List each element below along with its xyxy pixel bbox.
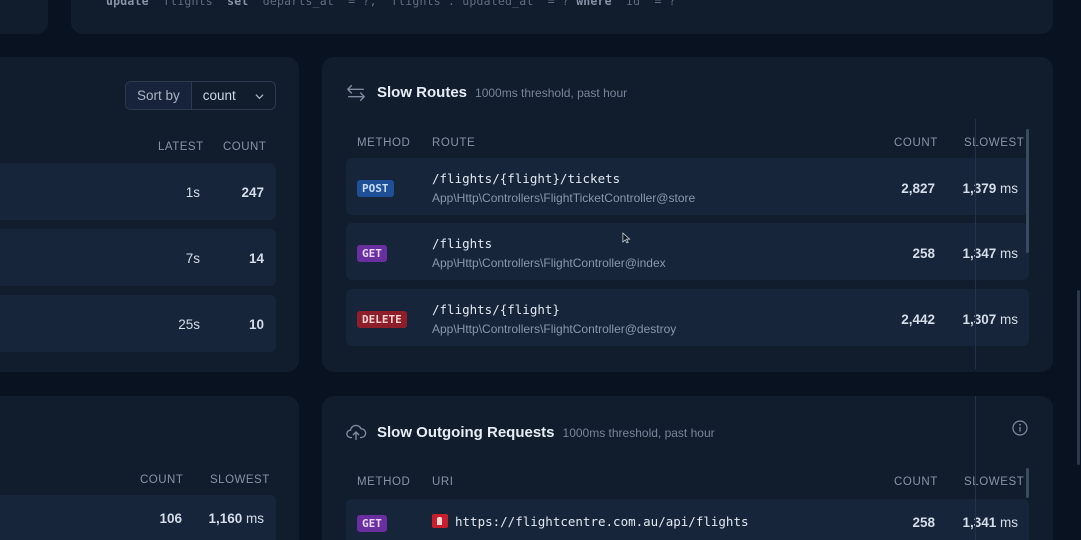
route-action: App\Http\Controllers\FlightController@de… xyxy=(432,322,677,336)
mouse-cursor-icon xyxy=(622,232,631,244)
request-uri: https://flightcentre.com.au/api/flights xyxy=(455,514,749,529)
page-scrollbar[interactable] xyxy=(1077,290,1080,465)
sort-value[interactable]: count xyxy=(192,82,275,109)
table-scrollbar[interactable] xyxy=(1026,129,1029,253)
card-subtitle: 1000ms threshold, past hour xyxy=(562,426,715,440)
column-header-latest[interactable]: LATEST xyxy=(158,141,204,153)
count-value: 106 xyxy=(159,511,182,526)
method-badge: GET xyxy=(357,515,387,532)
table-row[interactable]: DELETE /flights/{flight} App\Http\Contro… xyxy=(346,289,1029,346)
count-value: 247 xyxy=(241,185,264,200)
unit: ms xyxy=(1000,515,1018,530)
card-title: Slow Outgoing Requests xyxy=(377,424,555,441)
slowest-value: 1,379 ms xyxy=(962,181,1018,196)
route-path: /flights xyxy=(432,236,493,251)
unit: ms xyxy=(1000,312,1018,327)
column-header-slowest[interactable]: SLOWEST xyxy=(964,137,1024,149)
count-value: 14 xyxy=(248,251,264,266)
sql-text: `id` = ? xyxy=(611,0,676,8)
card-title: Slow Routes xyxy=(377,84,468,101)
unit: ms xyxy=(1000,181,1018,196)
sql-query: update `flights` set `departs_at` = ?, `… xyxy=(106,0,676,8)
column-header-method: METHOD xyxy=(357,137,411,149)
table-row[interactable]: GET /flights App\Http\Controllers\Flight… xyxy=(346,223,1029,280)
column-divider xyxy=(975,396,976,540)
latest-value: 25s xyxy=(178,317,200,332)
unit: ms xyxy=(1000,246,1018,261)
slow-routes-card: Slow Routes 1000ms threshold, past hour … xyxy=(322,57,1053,372)
method-badge: DELETE xyxy=(357,311,407,328)
slowest-value: 1,347 ms xyxy=(962,246,1018,261)
query-card: update `flights` set `departs_at` = ?, `… xyxy=(71,0,1053,34)
column-header-slowest[interactable]: SLOWEST xyxy=(964,476,1024,488)
unit: ms xyxy=(246,511,264,526)
chevron-down-icon xyxy=(255,94,264,100)
count-value: 10 xyxy=(248,317,264,332)
table-row[interactable]: GET https://flightcentre.com.au/api/flig… xyxy=(346,499,1029,540)
slowest-value: 1,341 ms xyxy=(962,515,1018,530)
route-path: /flights/{flight}/tickets xyxy=(432,171,621,186)
slowest-number: 1,307 xyxy=(962,312,997,327)
count-value: 258 xyxy=(912,246,935,261)
slowest-value: 1,160 ms xyxy=(208,511,264,526)
slowest-number: 1,379 xyxy=(962,181,997,196)
method-badge: GET xyxy=(357,245,387,262)
top-left-card xyxy=(0,0,48,34)
card-subtitle: 1000ms threshold, past hour xyxy=(475,86,628,100)
route-action: App\Http\Controllers\FlightTicketControl… xyxy=(432,191,696,205)
column-header-count[interactable]: COUNT xyxy=(894,137,938,149)
slowest-number: 1,341 xyxy=(962,515,997,530)
slowest-number: 1,347 xyxy=(962,246,997,261)
sort-value-text: count xyxy=(202,88,236,103)
sort-label: Sort by xyxy=(126,82,192,109)
slowest-number: 1,160 xyxy=(208,511,243,526)
table-row[interactable]: 25s 10 xyxy=(0,295,276,352)
latest-value: 1s xyxy=(185,185,200,200)
route-action: App\Http\Controllers\FlightController@in… xyxy=(432,256,666,270)
site-favicon xyxy=(432,514,448,528)
column-divider xyxy=(975,119,976,369)
sql-text: `flights` xyxy=(148,0,228,8)
left-table-card: Sort by count LATEST COUNT 1s 247 7s 14 … xyxy=(0,57,299,372)
cloud-upload-icon xyxy=(346,424,367,441)
table-row[interactable]: POST /flights/{flight}/tickets App\Http\… xyxy=(346,158,1029,215)
column-header-count[interactable]: COUNT xyxy=(140,474,183,486)
sql-text: `departs_at` = ?, `flights`.`updated_at`… xyxy=(248,0,577,8)
card-header: Slow Outgoing Requests 1000ms threshold,… xyxy=(377,424,715,441)
info-icon[interactable] xyxy=(1012,420,1028,436)
table-scrollbar[interactable] xyxy=(1026,468,1029,498)
table-row[interactable]: 106 1,160 ms xyxy=(0,495,276,540)
left-bottom-card: COUNT SLOWEST 106 1,160 ms xyxy=(0,396,299,540)
sort-select[interactable]: Sort by count xyxy=(125,81,276,110)
arrows-exchange-icon xyxy=(347,84,365,102)
card-header: Slow Routes 1000ms threshold, past hour xyxy=(377,84,627,101)
sql-keyword: set xyxy=(227,0,249,8)
count-value: 2,827 xyxy=(901,181,935,196)
method-badge: POST xyxy=(357,180,394,197)
column-header-count[interactable]: COUNT xyxy=(894,476,938,488)
count-value: 258 xyxy=(912,515,935,530)
column-header-count[interactable]: COUNT xyxy=(223,141,266,153)
table-row[interactable]: 7s 14 xyxy=(0,229,276,286)
count-value: 2,442 xyxy=(901,312,935,327)
column-header-slowest[interactable]: SLOWEST xyxy=(210,474,270,486)
latest-value: 7s xyxy=(185,251,200,266)
sql-keyword: where xyxy=(576,0,612,8)
slowest-value: 1,307 ms xyxy=(962,312,1018,327)
sql-keyword: update xyxy=(106,0,149,8)
route-path: /flights/{flight} xyxy=(432,302,560,317)
slow-outgoing-requests-card: Slow Outgoing Requests 1000ms threshold,… xyxy=(322,396,1053,540)
column-header-uri: URI xyxy=(432,476,454,488)
table-row[interactable]: 1s 247 xyxy=(0,163,276,220)
column-header-route: ROUTE xyxy=(432,137,476,149)
column-header-method: METHOD xyxy=(357,476,411,488)
